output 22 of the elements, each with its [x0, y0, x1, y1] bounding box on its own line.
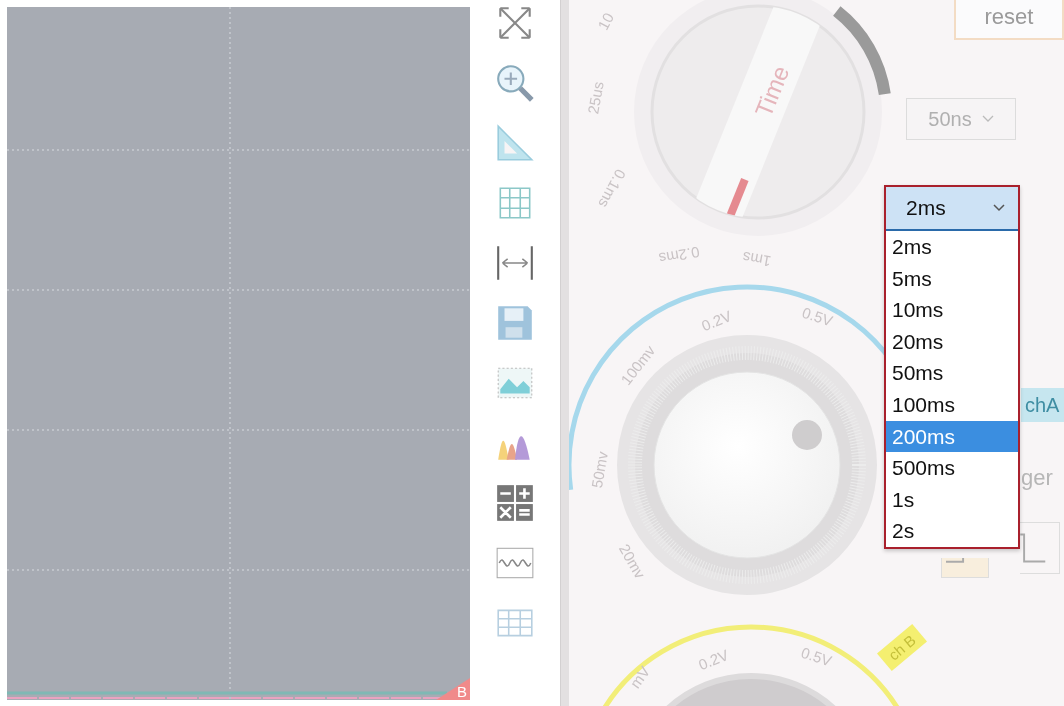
- dropdown-option[interactable]: 5ms: [886, 262, 1018, 295]
- dropdown-option[interactable]: 20ms: [886, 325, 1018, 358]
- volts-knob-drawing[interactable]: [617, 335, 877, 595]
- dropdown-option[interactable]: 2ms: [886, 231, 1018, 263]
- dropdown-option[interactable]: 100ms: [886, 388, 1018, 421]
- trigger-label: ger: [1021, 465, 1053, 491]
- falling-edge-icon[interactable]: [941, 558, 989, 578]
- panel-splitter[interactable]: [560, 0, 569, 706]
- timebase-knob-drawing[interactable]: [634, 0, 891, 236]
- knob-label: Time: [749, 61, 795, 121]
- caret-icon: [981, 115, 994, 123]
- timebase-select[interactable]: 2ms: [886, 187, 1018, 231]
- zoom-in-icon[interactable]: [494, 62, 536, 104]
- dropdown-option[interactable]: 50ms: [886, 357, 1018, 389]
- marker-label: B: [457, 684, 468, 700]
- scale-label: mV: [626, 663, 654, 692]
- caret-icon: [992, 203, 1006, 213]
- calculator-icon[interactable]: [494, 482, 536, 524]
- dropdown-option[interactable]: 10ms: [886, 294, 1018, 326]
- dropdown-option[interactable]: 2s: [886, 515, 1018, 547]
- dropdown-option[interactable]: 1s: [886, 483, 1018, 516]
- dropdown-option[interactable]: 500ms: [886, 452, 1018, 484]
